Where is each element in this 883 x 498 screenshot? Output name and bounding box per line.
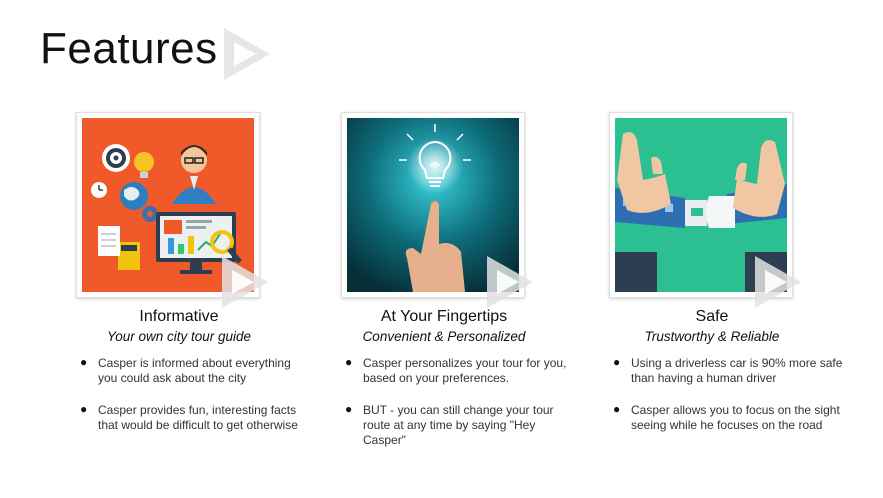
bullet-icon: ●: [613, 402, 621, 416]
card-title: Safe: [695, 308, 729, 325]
bullet-list: ● Using a driverless car is 90% more safe…: [613, 355, 843, 450]
feature-card-safe: Safe Trustworthy & Reliable ● Using a dri…: [577, 112, 847, 498]
bullet-icon: ●: [345, 355, 353, 369]
bullet-icon: ●: [613, 355, 621, 369]
list-item: ● Casper provides fun, interesting facts …: [80, 402, 310, 433]
card-subtitle: Convenient & Personalized: [362, 329, 526, 344]
feature-card-fingertips: At Your Fingertips Convenient & Personal…: [309, 112, 579, 498]
bullet-text: Casper personalizes your tour for you, b…: [363, 356, 567, 385]
bullet-list: ● Casper is informed about everything you…: [80, 355, 310, 450]
feature-card-informative: Informative Your own city tour guide ● Ca…: [44, 112, 314, 498]
bullet-icon: ●: [80, 402, 88, 416]
bullet-list: ● Casper personalizes your tour for you, …: [345, 355, 575, 465]
bullet-text: Using a driverless car is 90% more safe …: [631, 356, 843, 385]
play-arrow-icon: [222, 256, 268, 308]
play-arrow-icon: [755, 256, 801, 308]
list-item: ● Casper personalizes your tour for you, …: [345, 355, 575, 386]
page-title: Features: [40, 24, 218, 73]
list-item: ● Using a driverless car is 90% more safe…: [613, 355, 843, 386]
bullet-text: Casper allows you to focus on the sight …: [631, 403, 840, 432]
card-subtitle: Trustworthy & Reliable: [644, 329, 780, 344]
bullet-text: Casper is informed about everything you …: [98, 356, 291, 385]
bullet-icon: ●: [80, 355, 88, 369]
bullet-text: BUT - you can still change your tour rou…: [363, 403, 554, 447]
bullet-text: Casper provides fun, interesting facts t…: [98, 403, 298, 432]
play-arrow-icon: [224, 28, 270, 80]
bullet-icon: ●: [345, 402, 353, 416]
play-arrow-icon: [487, 256, 533, 308]
card-title: Informative: [139, 308, 219, 325]
card-subtitle: Your own city tour guide: [106, 329, 252, 344]
card-title: At Your Fingertips: [380, 308, 508, 325]
list-item: ● BUT - you can still change your tour ro…: [345, 402, 575, 448]
list-item: ● Casper allows you to focus on the sight…: [613, 402, 843, 433]
list-item: ● Casper is informed about everything you…: [80, 355, 310, 386]
